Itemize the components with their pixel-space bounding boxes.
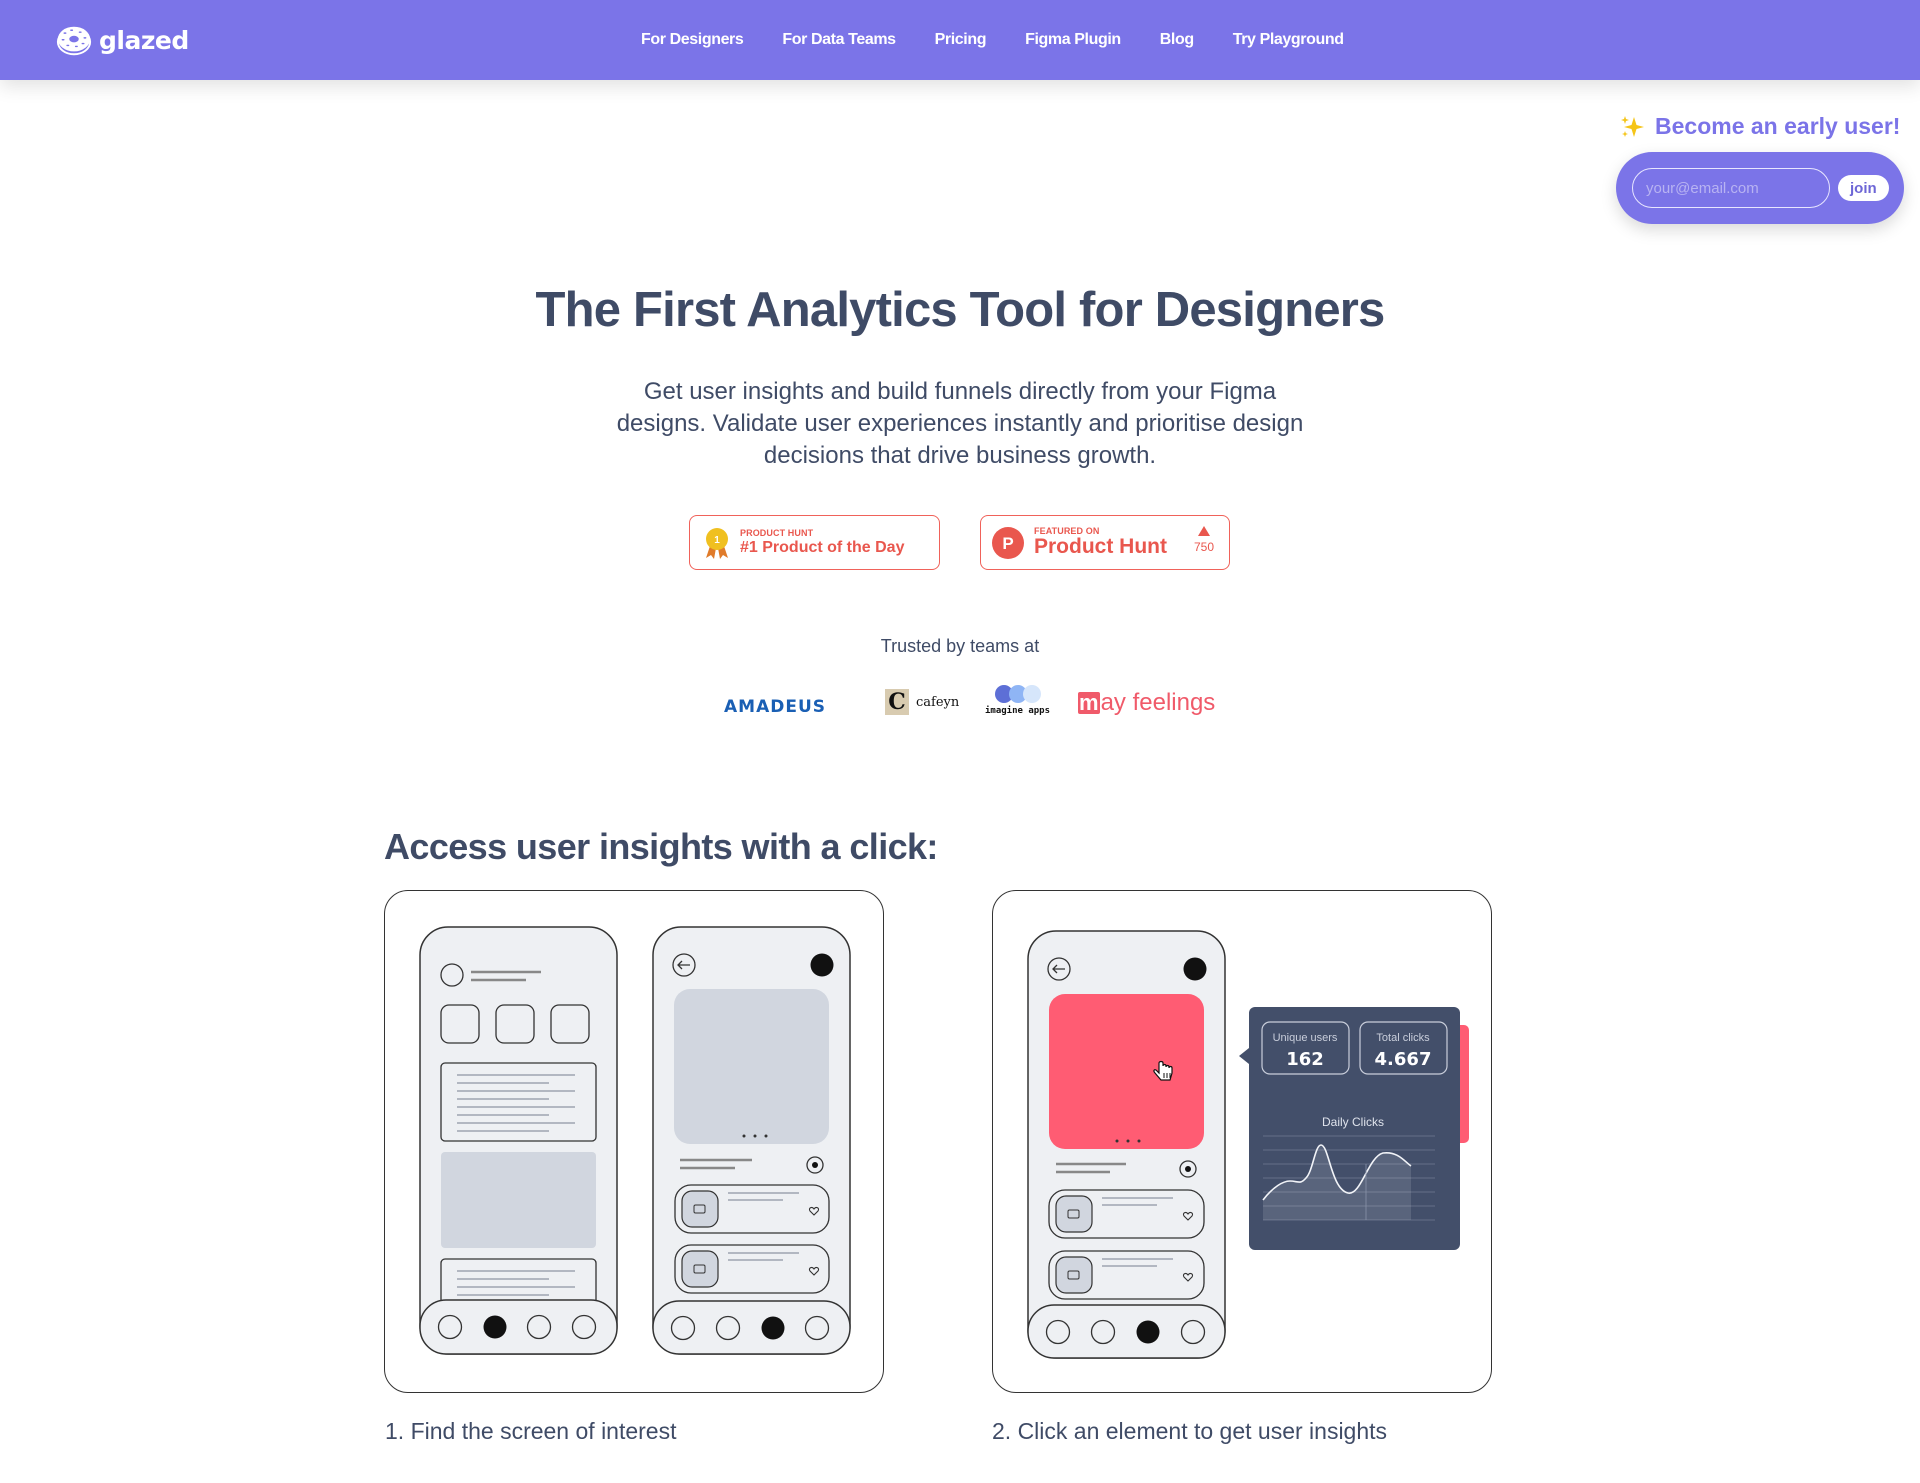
top-navbar: glazed For Designers For Data Teams Pric… [0,0,1920,80]
may-feelings-wordmark: ay feelings [1100,689,1216,716]
badge-title: #1 Product of the Day [740,539,905,556]
sparkles-icon [1621,115,1644,137]
upvote-triangle-icon [1197,526,1210,536]
donut-logo-icon [56,26,92,56]
badge-kicker: PRODUCT HUNT [740,528,814,538]
badge-title: Product Hunt [1034,535,1167,558]
phone-detail-screen [1027,930,1226,1359]
stat-label: Total clicks [1376,1032,1430,1044]
trusted-by-label: Trusted by teams at [880,636,1040,656]
nav-blog[interactable]: Blog [1160,31,1194,49]
insights-illustration: Unique users 162 Total clicks 4.667 Dail… [1027,930,1469,1359]
phone-detail-screen [652,926,851,1355]
tab-bar [1027,1304,1226,1359]
brand-name: glazed [99,25,189,55]
cafeyn-logo: C cafeyn [885,689,959,715]
step-2-illustration: Unique users 162 Total clicks 4.667 Dail… [992,890,1492,1393]
phone-home-screen [419,926,618,1355]
early-user-title: Become an early user! [1655,113,1901,139]
early-user-heading: Become an early user! [1616,113,1906,140]
nav-for-designers[interactable]: For Designers [641,31,744,49]
imagine-dots-icon [994,685,1041,703]
medal-rank: 1 [714,535,720,546]
product-hunt-icon: P [992,526,1024,559]
cafeyn-mark-icon: C [885,689,909,715]
stat-value: 162 [1286,1049,1324,1070]
hero-title: The First Analytics Tool for Designers [535,283,1385,337]
nav-for-data-teams[interactable]: For Data Teams [782,31,896,49]
tab-bar [419,1299,618,1355]
insights-section-title: Access user insights with a click: [384,826,938,867]
nav-pricing[interactable]: Pricing [935,31,987,49]
upvote-count: 750 [1194,526,1214,554]
amadeus-logo: amadeus [724,690,827,718]
nav-figma-plugin[interactable]: Figma Plugin [1025,31,1121,49]
product-of-the-day-badge[interactable]: 1 PRODUCT HUNT #1 Product of the Day [689,515,940,570]
product-hunt-letter: P [1002,534,1013,553]
customer-logos: amadeus C cafeyn imagine apps m ay feelin… [0,680,1920,726]
join-button[interactable]: join [1838,175,1889,201]
insights-tooltip: Unique users 162 Total clicks 4.667 Dail… [1239,1007,1469,1250]
early-user-signup: Become an early user! join [1616,113,1906,224]
tab-bar [652,1300,851,1355]
featured-product-hunt-badge[interactable]: P FEATURED ON Product Hunt 750 [980,515,1230,570]
stat-label: Unique users [1273,1032,1338,1044]
highlighted-element[interactable] [1049,994,1204,1149]
stat-value: 4.667 [1375,1049,1432,1070]
imagine-apps-wordmark: imagine apps [985,706,1051,716]
daily-clicks-title: Daily Clicks [1322,1115,1384,1129]
main-nav: For Designers For Data Teams Pricing Fig… [641,0,1383,80]
tooltip-pointer [1239,1048,1249,1064]
step-1-caption: 1. Find the screen of interest [385,1418,677,1444]
nav-try-playground[interactable]: Try Playground [1233,31,1344,49]
may-feelings-logo: m ay feelings [1078,689,1215,717]
medal-icon: 1 [706,527,728,559]
cafeyn-wordmark: cafeyn [916,694,960,710]
email-input[interactable] [1632,168,1830,208]
hero-subtitle: Get user insights and build funnels dire… [616,378,1304,469]
step-1-illustration [384,890,884,1393]
phone-screens-illustration [419,926,851,1355]
step-2-caption: 2. Click an element to get user insights [992,1418,1388,1444]
may-m-mark-icon: m [1078,690,1100,715]
brand-logo-link[interactable]: glazed [55,20,189,60]
upvote-number: 750 [1193,540,1214,554]
signup-form: join [1616,152,1904,224]
imagine-apps-logo: imagine apps [985,685,1050,716]
